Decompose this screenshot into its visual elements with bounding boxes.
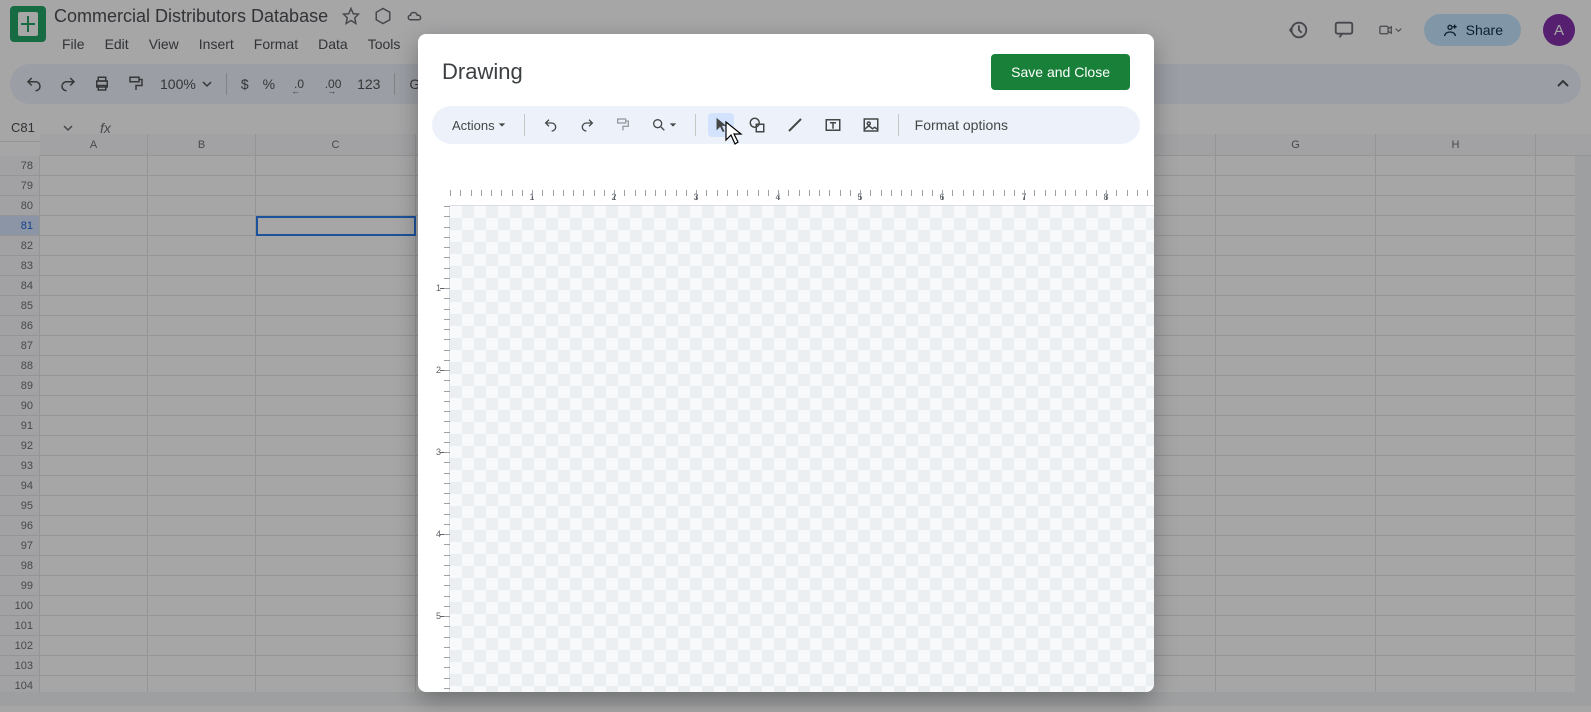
modal-title: Drawing — [442, 59, 523, 85]
image-tool-icon[interactable] — [856, 112, 886, 138]
vertical-ruler[interactable]: 12345 — [432, 206, 450, 692]
drawing-modal: Drawing Save and Close Actions — [418, 34, 1154, 692]
app-root: Commercial Distributors Database Share — [0, 0, 1591, 712]
drawing-undo-icon[interactable] — [537, 113, 565, 137]
select-tool-icon[interactable] — [708, 113, 734, 137]
textbox-tool-icon[interactable] — [818, 112, 848, 138]
paint-format-icon[interactable] — [609, 113, 637, 137]
drawing-canvas[interactable] — [450, 206, 1154, 692]
horizontal-ruler[interactable]: 12345678 — [450, 190, 1154, 206]
line-tool-icon[interactable] — [780, 112, 810, 138]
save-and-close-button[interactable]: Save and Close — [991, 54, 1130, 90]
drawing-canvas-wrap: 12345678 12345 — [432, 190, 1154, 692]
actions-menu[interactable]: Actions — [446, 114, 512, 137]
zoom-tool-icon[interactable] — [645, 113, 683, 137]
drawing-redo-icon[interactable] — [573, 113, 601, 137]
shape-tool-icon[interactable] — [742, 112, 772, 138]
drawing-toolbar: Actions Format options — [432, 106, 1140, 144]
format-options-button[interactable]: Format options — [915, 117, 1008, 133]
